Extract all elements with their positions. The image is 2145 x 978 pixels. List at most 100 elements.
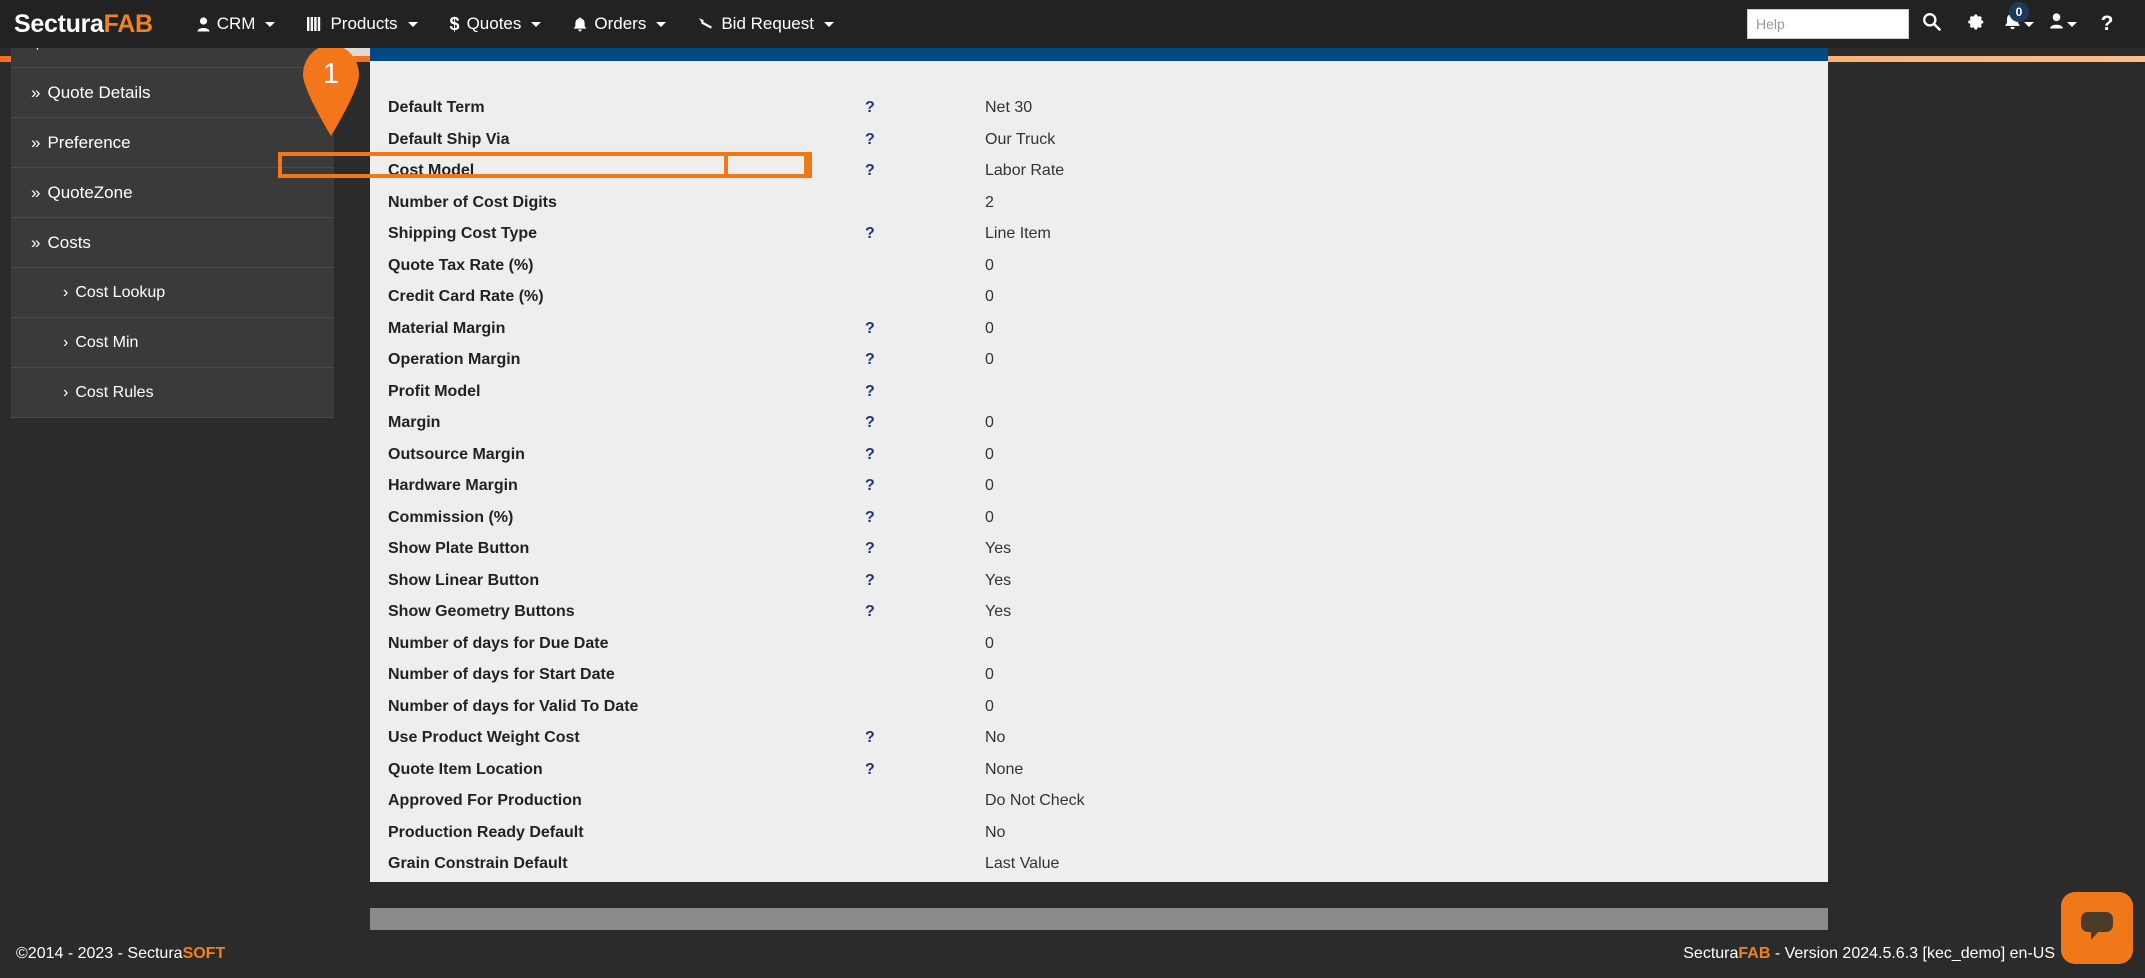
table-row[interactable]: Number of days for Due Date0 <box>370 628 1828 660</box>
navbar-right-cluster: 0 ? <box>1747 0 2145 48</box>
row-value[interactable]: 0 <box>985 408 1828 440</box>
row-help-icon[interactable]: ? <box>865 565 985 597</box>
table-row[interactable]: Show Geometry Buttons?Yes <box>370 597 1828 629</box>
row-value[interactable]: Yes <box>985 534 1828 566</box>
nav-label-orders: Orders <box>594 14 646 34</box>
row-help-icon[interactable]: ? <box>865 313 985 345</box>
row-help-icon[interactable]: ? <box>865 471 985 503</box>
table-row[interactable]: Margin?0 <box>370 408 1828 440</box>
table-row[interactable]: Number of days for Valid To Date0 <box>370 691 1828 723</box>
row-help-icon[interactable]: ? <box>865 219 985 251</box>
row-help-icon[interactable]: ? <box>865 408 985 440</box>
row-value[interactable]: 0 <box>985 502 1828 534</box>
row-value[interactable]: Yes <box>985 565 1828 597</box>
nav-label-quotes: Quotes <box>467 14 522 34</box>
row-value[interactable]: Our Truck <box>985 124 1828 156</box>
nav-item-crm[interactable]: CRM <box>181 0 292 48</box>
table-row[interactable]: Default Ship Via?Our Truck <box>370 124 1828 156</box>
table-row[interactable]: Quote Tax Rate (%)0 <box>370 250 1828 282</box>
row-help-icon[interactable]: ? <box>865 502 985 534</box>
row-value[interactable]: No <box>985 723 1828 755</box>
table-row[interactable]: Approved For ProductionDo Not Check <box>370 786 1828 818</box>
table-row[interactable]: Default Term?Net 30 <box>370 93 1828 125</box>
row-help-icon[interactable]: ? <box>865 345 985 377</box>
row-help-empty <box>865 880 985 882</box>
sidebar-item-label: Quote Details <box>47 83 150 103</box>
table-row[interactable]: Number of days for Start Date0 <box>370 660 1828 692</box>
chat-widget-button[interactable] <box>2061 892 2133 964</box>
row-value[interactable]: 0 <box>985 628 1828 660</box>
chevron-down-icon <box>265 22 275 27</box>
notifications-button[interactable]: 0 <box>1997 0 2041 48</box>
row-help-icon[interactable]: ? <box>865 534 985 566</box>
nav-item-orders[interactable]: Orders <box>557 0 682 48</box>
row-value[interactable]: 0 <box>985 282 1828 314</box>
table-row[interactable]: Default STEP TypeComponent <box>370 880 1828 882</box>
table-row[interactable]: Outsource Margin?0 <box>370 439 1828 471</box>
row-value[interactable]: Yes <box>985 597 1828 629</box>
row-value[interactable]: Do Not Check <box>985 786 1828 818</box>
table-row[interactable]: Cost Model?Labor Rate <box>370 156 1828 188</box>
table-row[interactable]: Material Margin?0 <box>370 313 1828 345</box>
table-row[interactable]: Use Product Weight Cost?No <box>370 723 1828 755</box>
row-value[interactable]: Last Value <box>985 849 1828 881</box>
row-value[interactable]: Labor Rate <box>985 156 1828 188</box>
row-value[interactable]: 0 <box>985 250 1828 282</box>
table-row[interactable]: Operation Margin?0 <box>370 345 1828 377</box>
sidebar-item-cost-min[interactable]: › Cost Min <box>11 318 334 368</box>
row-value[interactable]: Net 30 <box>985 93 1828 125</box>
table-row[interactable]: Show Plate Button?Yes <box>370 534 1828 566</box>
settings-button[interactable] <box>1953 0 1997 48</box>
row-value[interactable]: 0 <box>985 345 1828 377</box>
row-help-icon[interactable]: ? <box>865 376 985 408</box>
row-value[interactable]: 0 <box>985 313 1828 345</box>
row-value[interactable]: Line Item <box>985 219 1828 251</box>
row-value[interactable]: 0 <box>985 660 1828 692</box>
row-help-icon[interactable]: ? <box>865 93 985 125</box>
table-row[interactable]: Grain Constrain DefaultLast Value <box>370 849 1828 881</box>
table-row[interactable]: Commission (%)?0 <box>370 502 1828 534</box>
row-value[interactable] <box>985 376 1828 408</box>
row-value[interactable]: 0 <box>985 439 1828 471</box>
row-value[interactable]: Component <box>985 880 1828 882</box>
sidebar-item-preference[interactable]: » Preference <box>11 118 334 168</box>
app-logo[interactable]: SecturaFAB <box>14 10 153 39</box>
sidebar-item-label: QuoteZone <box>47 183 132 203</box>
row-value[interactable]: 0 <box>985 691 1828 723</box>
table-row[interactable]: Production Ready DefaultNo <box>370 817 1828 849</box>
row-value[interactable]: No <box>985 817 1828 849</box>
sidebar-item-quote-details[interactable]: » Quote Details <box>11 68 334 118</box>
sidebar-item-quotezone[interactable]: » QuoteZone <box>11 168 334 218</box>
nav-item-bid-request[interactable]: Bid Request <box>682 0 850 48</box>
sidebar-item-costs[interactable]: » Costs <box>11 218 334 268</box>
sidebar-item-cost-rules[interactable]: › Cost Rules <box>11 368 334 418</box>
search-button[interactable] <box>1909 0 1953 48</box>
table-row[interactable]: Hardware Margin?0 <box>370 471 1828 503</box>
sidebar-item-cost-lookup[interactable]: › Cost Lookup <box>11 268 334 318</box>
annotation-marker-1: 1 <box>297 44 365 136</box>
account-button[interactable] <box>2041 0 2085 48</box>
row-label: Show Geometry Buttons <box>370 597 865 629</box>
help-search-input[interactable] <box>1747 9 1909 39</box>
sidebar-item-label: Cost Rules <box>75 384 153 402</box>
table-row[interactable]: Number of Cost Digits2 <box>370 187 1828 219</box>
products-icon <box>307 17 323 31</box>
row-help-icon[interactable]: ? <box>865 754 985 786</box>
row-help-icon[interactable]: ? <box>865 439 985 471</box>
row-value[interactable]: 2 <box>985 187 1828 219</box>
table-row[interactable]: Show Linear Button?Yes <box>370 565 1828 597</box>
nav-item-quotes[interactable]: $ Quotes <box>434 0 558 48</box>
table-row[interactable]: Profit Model? <box>370 376 1828 408</box>
row-help-icon[interactable]: ? <box>865 124 985 156</box>
help-button[interactable]: ? <box>2085 0 2129 48</box>
row-value[interactable]: 0 <box>985 471 1828 503</box>
table-row[interactable]: Shipping Cost Type?Line Item <box>370 219 1828 251</box>
nav-item-products[interactable]: Products <box>291 0 433 48</box>
table-row[interactable]: Credit Card Rate (%)0 <box>370 282 1828 314</box>
row-help-icon[interactable]: ? <box>865 597 985 629</box>
row-value[interactable]: None <box>985 754 1828 786</box>
table-row[interactable]: Quote Item Location?None <box>370 754 1828 786</box>
row-help-icon[interactable]: ? <box>865 156 985 188</box>
search-icon <box>1922 12 1941 37</box>
row-help-icon[interactable]: ? <box>865 723 985 755</box>
